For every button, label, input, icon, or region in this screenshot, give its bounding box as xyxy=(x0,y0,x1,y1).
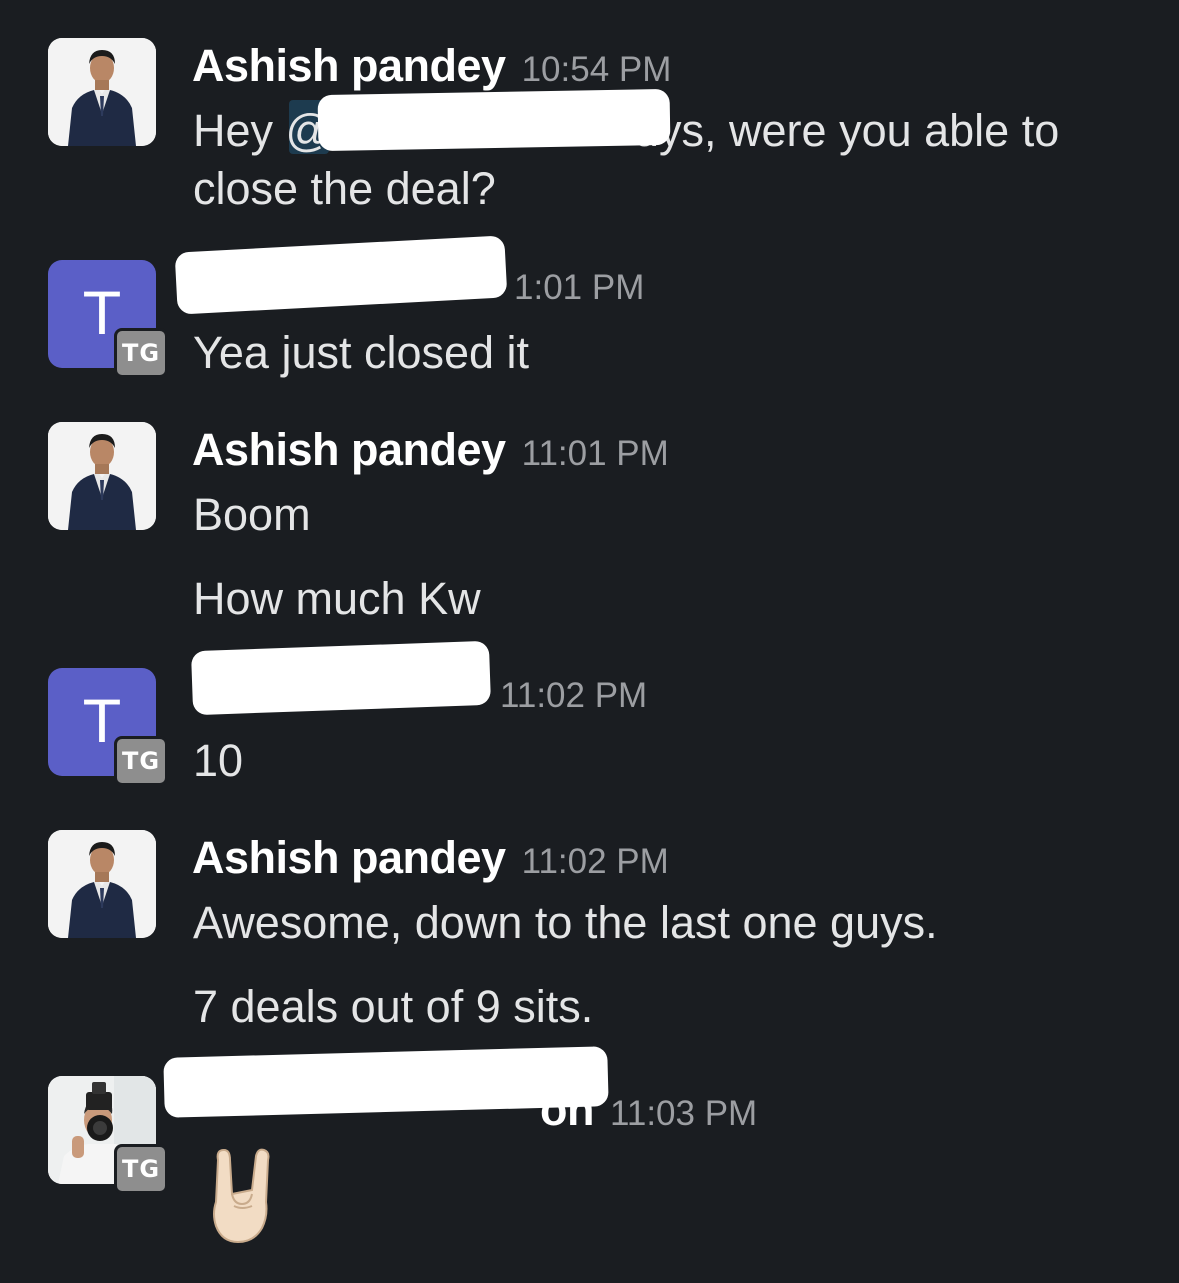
tg-badge-icon: TG xyxy=(114,1144,168,1194)
tg-badge-icon: TG xyxy=(114,736,168,786)
timestamp[interactable]: 11:01 PM xyxy=(522,434,669,474)
message-text: Hey @ xyxy=(193,105,332,156)
timestamp[interactable]: 11:02 PM xyxy=(500,676,647,716)
message-text: 7 deals out of 9 sits. xyxy=(193,981,594,1032)
sign-of-the-horns-emoji-icon[interactable] xyxy=(208,1146,278,1246)
user-avatar[interactable] xyxy=(48,38,156,146)
message-header: 11:02 PM xyxy=(500,676,647,716)
message-text: How much Kw xyxy=(193,573,481,624)
message-text: close the deal? xyxy=(193,163,496,214)
timestamp[interactable]: 11:03 PM xyxy=(610,1094,757,1134)
timestamp[interactable]: 10:54 PM xyxy=(522,50,672,90)
user-avatar[interactable] xyxy=(48,830,156,938)
author-name[interactable]: Ashish pandey xyxy=(192,424,506,476)
user-avatar[interactable]: T TG xyxy=(48,260,168,378)
redaction-mark xyxy=(163,1046,609,1118)
message-text: uys, were you able to xyxy=(634,105,1060,156)
redaction-mark xyxy=(317,88,671,152)
message-text: Awesome, down to the last one guys. xyxy=(193,897,938,948)
redaction-mark xyxy=(174,235,508,315)
message-text: Boom xyxy=(193,489,311,540)
person-in-suit-avatar-icon xyxy=(48,830,156,938)
user-avatar[interactable]: T TG xyxy=(48,668,168,786)
message-header: 1:01 PM xyxy=(514,268,644,308)
message-header: Ashish pandey 10:54 PM xyxy=(192,40,671,92)
author-name[interactable]: Ashish pandey xyxy=(192,832,506,884)
person-in-suit-avatar-icon xyxy=(48,38,156,146)
user-avatar[interactable]: TG xyxy=(48,1076,168,1194)
user-avatar[interactable] xyxy=(48,422,156,530)
tg-badge-icon: TG xyxy=(114,328,168,378)
message-header: Ashish pandey 11:01 PM xyxy=(192,424,669,476)
timestamp[interactable]: 11:02 PM xyxy=(522,842,669,882)
message-header: Ashish pandey 11:02 PM xyxy=(192,832,669,884)
person-in-suit-avatar-icon xyxy=(48,422,156,530)
author-name[interactable]: Ashish pandey xyxy=(192,40,506,92)
message-text: 10 xyxy=(193,735,244,786)
message-text: Yea just closed it xyxy=(193,327,530,378)
timestamp[interactable]: 1:01 PM xyxy=(514,268,644,308)
redaction-mark xyxy=(190,640,492,716)
